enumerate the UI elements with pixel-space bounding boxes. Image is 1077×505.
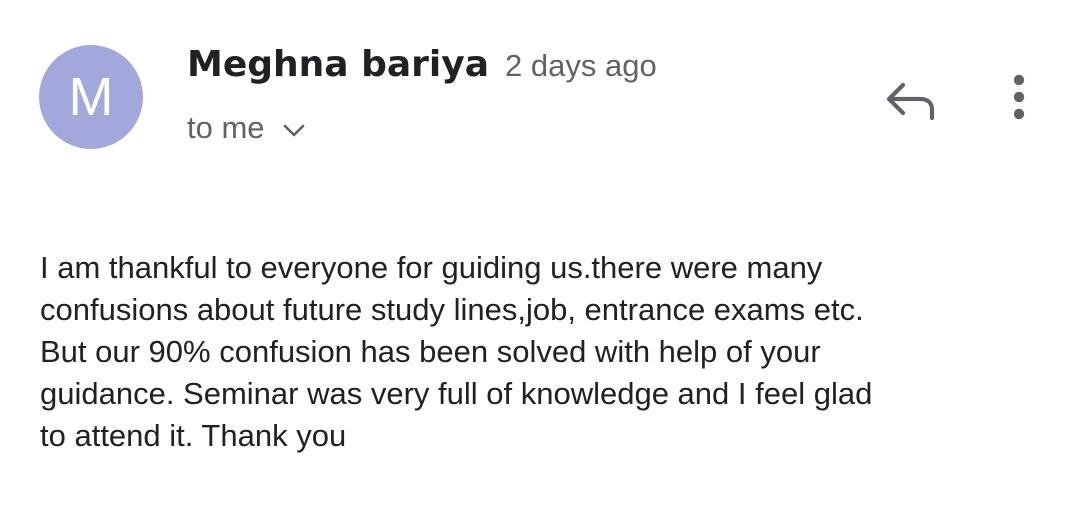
avatar[interactable]: M: [39, 45, 143, 149]
more-vert-icon: [1013, 74, 1025, 120]
sender-line: Meghna bariya 2 days ago: [187, 44, 657, 85]
reply-button[interactable]: [882, 76, 938, 126]
reply-icon: [886, 82, 935, 121]
recipient-label: to me: [187, 110, 265, 145]
avatar-letter: M: [68, 67, 114, 127]
recipient-details-toggle[interactable]: to me: [187, 110, 305, 146]
message-body: I am thankful to everyone for guiding us…: [40, 250, 873, 453]
chevron-down-icon: [283, 110, 305, 146]
message-time: 2 days ago: [505, 48, 657, 83]
sender-name: Meghna bariya: [187, 44, 490, 85]
more-options-button[interactable]: [1003, 70, 1035, 126]
